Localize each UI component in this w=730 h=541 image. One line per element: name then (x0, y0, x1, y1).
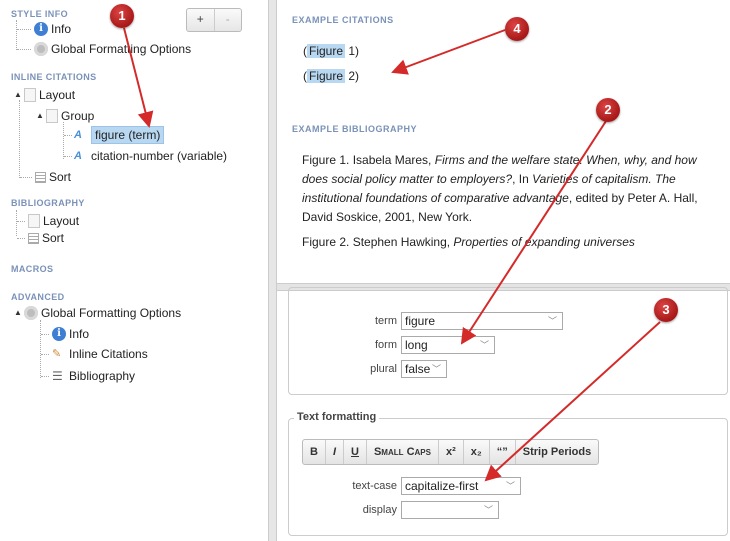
example-bibliography-title: EXAMPLE BIBLIOGRAPHY (292, 124, 418, 134)
bold-button[interactable]: B (303, 440, 326, 464)
tree-item-citation-number[interactable]: A citation-number (variable) (64, 148, 227, 164)
remove-node-button[interactable]: - (213, 9, 242, 31)
section-style-info: STYLE INFO (11, 9, 69, 19)
subscript-button[interactable]: x₂ (464, 440, 490, 464)
callout-badge-2: 2 (596, 98, 620, 122)
citation-example: (Figure 2) (303, 69, 360, 83)
add-remove-buttons: + - (186, 8, 242, 32)
callout-badge-4: 4 (505, 17, 529, 41)
term-row: term figure ﹀ (337, 312, 563, 330)
tree-item-info[interactable]: i Info (17, 21, 71, 37)
callout-badge-3: 3 (654, 298, 678, 322)
citation-example: (Figure 1) (303, 44, 360, 58)
sort-icon (28, 232, 39, 244)
quotes-button[interactable]: “” (490, 440, 516, 464)
sort-icon (35, 171, 46, 183)
text-case-row: text-case capitalize-first ﹀ (337, 477, 521, 495)
preview-panel: EXAMPLE CITATIONS (Figure 1) (Figure 2) … (277, 0, 730, 283)
plural-select[interactable]: false ﹀ (401, 360, 447, 378)
section-inline-citations: INLINE CITATIONS (11, 72, 97, 82)
citation-term-highlight: Figure (307, 69, 346, 83)
tree-item-group[interactable]: ▲ Group (36, 108, 94, 124)
tree-item-bib-sort[interactable]: Sort (17, 230, 64, 246)
vertical-splitter[interactable] (268, 0, 277, 541)
tree-item-bib-layout[interactable]: Layout (17, 213, 79, 229)
info-icon: i (52, 327, 66, 341)
style-tree-panel: STYLE INFO i Info Global Formatting Opti… (0, 0, 268, 541)
strip-periods-button[interactable]: Strip Periods (516, 440, 598, 464)
list-icon: ☰ (52, 369, 63, 383)
superscript-button[interactable]: x² (439, 440, 464, 464)
pencil-icon: ✎ (52, 348, 62, 360)
section-advanced: ADVANCED (11, 292, 65, 302)
section-bibliography: BIBLIOGRAPHY (11, 198, 85, 208)
gear-icon (34, 42, 48, 56)
tree-item-adv-info[interactable]: i Info (41, 326, 89, 342)
term-icon: A (74, 129, 82, 141)
chevron-down-icon: ﹀ (483, 505, 493, 515)
text-case-select[interactable]: capitalize-first ﹀ (401, 477, 521, 495)
tree-item-sort[interactable]: Sort (20, 169, 71, 185)
text-formatting-legend: Text formatting (294, 411, 380, 423)
folder-icon (24, 88, 36, 102)
underline-button[interactable]: U (344, 440, 367, 464)
citation-term-highlight: Figure (307, 44, 346, 58)
tree-item-adv-bibliography[interactable]: ☰ Bibliography (41, 368, 135, 384)
bibliography-example: Figure 1. Isabela Mares, Firms and the w… (302, 151, 722, 258)
tree-item-layout[interactable]: ▲ Layout (14, 87, 75, 103)
variable-icon: A (74, 150, 82, 162)
folder-icon (46, 109, 58, 123)
display-row: display ﹀ (337, 501, 499, 519)
bibliography-entry: Figure 1. Isabela Mares, Firms and the w… (302, 153, 698, 224)
property-editor-panel: term figure ﹀ form long ﹀ plural false ﹀ Te… (277, 287, 730, 541)
form-row: form long ﹀ (337, 336, 495, 354)
chevron-down-icon: ﹀ (479, 340, 489, 350)
term-select[interactable]: figure ﹀ (401, 312, 563, 330)
italic-button[interactable]: I (326, 440, 345, 464)
gear-icon (24, 306, 38, 320)
expand-toggle-icon[interactable]: ▲ (14, 305, 24, 321)
form-select[interactable]: long ﹀ (401, 336, 495, 354)
tree-item-adv-inline-citations[interactable]: ✎ Inline Citations (41, 346, 148, 362)
chevron-down-icon: ﹀ (505, 481, 515, 491)
section-macros[interactable]: MACROS (11, 264, 53, 274)
bibliography-entry: Figure 2. Stephen Hawking, Properties of… (302, 235, 635, 249)
chevron-down-icon: ﹀ (547, 316, 557, 326)
example-citations-title: EXAMPLE CITATIONS (292, 15, 394, 25)
tree-item-figure-term[interactable]: A figure (term) (64, 126, 165, 144)
plural-row: plural false ﹀ (337, 360, 447, 378)
tree-item-global-formatting[interactable]: Global Formatting Options (17, 41, 191, 57)
formatting-toolbar: B I U Small Caps x² x₂ “” Strip Periods (302, 439, 600, 465)
folder-icon (28, 214, 40, 228)
small-caps-button[interactable]: Small Caps (367, 440, 439, 464)
expand-toggle-icon[interactable]: ▲ (36, 108, 46, 124)
add-node-button[interactable]: + (187, 9, 214, 31)
chevron-down-icon: ﹀ (431, 364, 441, 374)
display-select[interactable]: ﹀ (401, 501, 499, 519)
tree-item-adv-global-formatting[interactable]: ▲ Global Formatting Options (14, 305, 181, 321)
callout-badge-1: 1 (110, 4, 134, 28)
info-icon: i (34, 22, 48, 36)
